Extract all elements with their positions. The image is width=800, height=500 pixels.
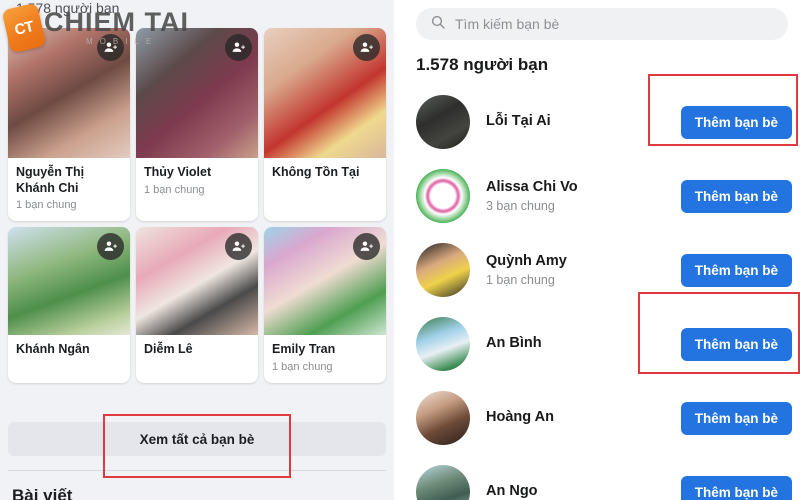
avatar[interactable] bbox=[416, 95, 470, 149]
friend-count-heading: 1.578 người bạn bbox=[416, 55, 549, 74]
friend-list-item[interactable]: Alissa Chi Vo 3 bạn chung Thêm bạn bè bbox=[394, 159, 800, 233]
friend-card-photo[interactable] bbox=[264, 227, 386, 336]
friend-card-meta: Khánh Ngân bbox=[8, 335, 130, 370]
posts-section-heading: Bài viết bbox=[12, 486, 73, 500]
friend-mutual: 1 bạn chung bbox=[486, 272, 555, 287]
add-person-icon[interactable] bbox=[97, 34, 124, 61]
profile-friends-panel: Nguyễn Thị Khánh Chi 1 bạn chung Thủy Vi… bbox=[0, 0, 394, 500]
friend-card-name: Thủy Violet bbox=[144, 165, 212, 179]
friend-search-panel: Tìm kiếm bạn bè 1.578 người bạn Lỗi Tại … bbox=[394, 0, 800, 500]
friend-card-photo[interactable] bbox=[136, 227, 258, 336]
friend-name: Hoàng An bbox=[486, 408, 554, 425]
friend-card-name: Diễm Lê bbox=[144, 342, 193, 357]
friend-card-photo[interactable] bbox=[264, 28, 386, 158]
add-friend-button[interactable]: Thêm bạn bè bbox=[680, 105, 792, 139]
section-divider bbox=[8, 470, 386, 471]
add-person-icon[interactable] bbox=[225, 34, 252, 61]
friend-card-meta: Nguyễn Thị Khánh Chi 1 bạn chung bbox=[8, 158, 130, 221]
screenshot-root: Nguyễn Thị Khánh Chi 1 bạn chung Thủy Vi… bbox=[0, 0, 800, 500]
friend-list-item[interactable]: Lỗi Tại Ai Thêm bạn bè bbox=[394, 85, 800, 159]
friend-card-name: Không Tồn Tại bbox=[272, 165, 360, 179]
add-friend-button[interactable]: Thêm bạn bè bbox=[680, 401, 792, 435]
friend-card-mutual: 1 bạn chung bbox=[272, 361, 333, 374]
friend-name: An Ngo bbox=[486, 482, 538, 499]
friend-card-meta: Emily Tran 1 bạn chung bbox=[264, 335, 386, 383]
friend-info: Lỗi Tại Ai bbox=[486, 112, 681, 132]
friend-card-name: Emily Tran bbox=[272, 342, 336, 357]
friend-card-meta: Diễm Lê bbox=[136, 335, 258, 370]
see-all-friends-button[interactable]: Xem tất cả bạn bè bbox=[8, 422, 386, 456]
friend-card-mutual: 1 bạn chung bbox=[144, 183, 205, 196]
add-friend-button[interactable]: Thêm bạn bè bbox=[680, 253, 792, 287]
friend-list-item[interactable]: Quỳnh Amy 1 bạn chung Thêm bạn bè bbox=[394, 233, 800, 307]
avatar[interactable] bbox=[416, 465, 470, 500]
friend-name: Lỗi Tại Ai bbox=[486, 112, 551, 129]
friend-card-name: Nguyễn Thị Khánh Chi bbox=[16, 165, 85, 195]
add-friend-button[interactable]: Thêm bạn bè bbox=[680, 475, 792, 500]
avatar[interactable] bbox=[416, 243, 470, 297]
add-person-icon[interactable] bbox=[353, 34, 380, 61]
friend-card-mutual: 1 bạn chung bbox=[16, 199, 77, 212]
friend-list-item[interactable]: Hoàng An Thêm bạn bè bbox=[394, 381, 800, 455]
friend-card-name: Khánh Ngân bbox=[16, 342, 90, 357]
friend-info: An Bình bbox=[486, 334, 681, 354]
watermark-overlay-count: 1.578 người bạn bbox=[16, 0, 120, 16]
friend-card-photo[interactable] bbox=[136, 28, 258, 158]
search-input[interactable]: Tìm kiếm bạn bè bbox=[416, 8, 788, 40]
friend-card[interactable]: Emily Tran 1 bạn chung bbox=[264, 227, 386, 384]
friend-name: Quỳnh Amy bbox=[486, 253, 567, 270]
friend-card[interactable]: Thủy Violet 1 bạn chung bbox=[136, 28, 258, 222]
friend-info: Quỳnh Amy 1 bạn chung bbox=[486, 252, 681, 287]
add-person-icon[interactable] bbox=[353, 233, 380, 261]
friend-card[interactable]: Không Tồn Tại bbox=[264, 28, 386, 222]
friend-name: An Bình bbox=[486, 334, 542, 351]
search-placeholder-text: Tìm kiếm bạn bè bbox=[455, 16, 560, 32]
friend-info: An Ngo bbox=[486, 482, 681, 500]
avatar[interactable] bbox=[416, 317, 470, 371]
friend-info: Alissa Chi Vo 3 bạn chung bbox=[486, 178, 681, 213]
avatar[interactable] bbox=[416, 169, 470, 223]
friend-card[interactable]: Khánh Ngân bbox=[8, 227, 130, 384]
friend-card[interactable]: Diễm Lê bbox=[136, 227, 258, 384]
friend-card-grid: Nguyễn Thị Khánh Chi 1 bạn chung Thủy Vi… bbox=[8, 28, 386, 384]
friend-card-photo[interactable] bbox=[8, 28, 130, 158]
friend-list: Lỗi Tại Ai Thêm bạn bè Alissa Chi Vo 3 b… bbox=[394, 85, 800, 500]
add-person-icon[interactable] bbox=[225, 233, 252, 261]
add-friend-button[interactable]: Thêm bạn bè bbox=[680, 179, 792, 213]
add-friend-button[interactable]: Thêm bạn bè bbox=[680, 327, 792, 361]
friend-card-meta: Thủy Violet 1 bạn chung bbox=[136, 158, 258, 206]
avatar[interactable] bbox=[416, 391, 470, 445]
friend-card[interactable]: Nguyễn Thị Khánh Chi 1 bạn chung bbox=[8, 28, 130, 222]
friend-card-photo[interactable] bbox=[8, 227, 130, 336]
friend-name: Alissa Chi Vo bbox=[486, 179, 578, 196]
friend-mutual: 3 bạn chung bbox=[486, 198, 555, 213]
search-icon bbox=[430, 14, 446, 35]
friend-list-item[interactable]: An Ngo Thêm bạn bè bbox=[394, 455, 800, 500]
friend-card-meta: Không Tồn Tại bbox=[264, 158, 386, 193]
add-person-icon[interactable] bbox=[97, 233, 124, 261]
friend-list-item[interactable]: An Bình Thêm bạn bè bbox=[394, 307, 800, 381]
friend-info: Hoàng An bbox=[486, 408, 681, 428]
